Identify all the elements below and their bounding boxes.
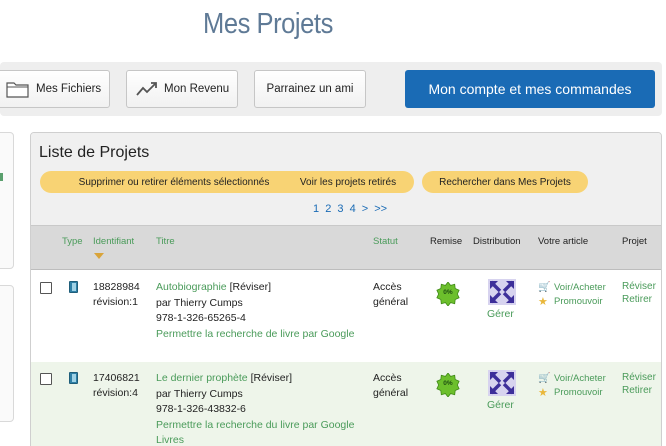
pagination: 1 2 3 4 > >> xyxy=(313,203,390,215)
row-revise-link[interactable]: [Réviser] xyxy=(230,281,271,293)
page-next-link[interactable]: > xyxy=(362,203,368,215)
row-checkbox[interactable] xyxy=(40,282,52,294)
row-status: Accès général xyxy=(373,281,409,308)
sort-down-icon xyxy=(94,253,104,259)
row-id: 18828984 xyxy=(93,281,140,293)
header-project: Projet xyxy=(622,236,647,247)
table-row: 18828984 révision:1 Autobiographie [Révi… xyxy=(31,271,661,363)
account-orders-label: Mon compte et mes commandes xyxy=(428,81,632,97)
table-row: 17406821 révision:4 Le dernier prophète … xyxy=(31,362,661,446)
sponsor-friend-button[interactable]: Parrainez un ami xyxy=(254,70,366,108)
row-project-revise-link[interactable]: Réviser xyxy=(622,371,656,384)
page-last-link[interactable]: >> xyxy=(374,203,387,215)
row-isbn: 978-1-326-65265-4 xyxy=(156,312,246,324)
row-project-retire-link[interactable]: Retirer xyxy=(622,384,652,397)
page-link-3[interactable]: 3 xyxy=(337,203,343,215)
account-orders-button[interactable]: Mon compte et mes commandes xyxy=(405,70,655,108)
page-link-4[interactable]: 4 xyxy=(350,203,356,215)
star-icon: ★ xyxy=(538,387,548,399)
row-promote-link[interactable]: Promouvoir xyxy=(554,387,603,398)
my-files-button[interactable]: Mes Fichiers xyxy=(0,70,110,108)
panel-title: Liste de Projets xyxy=(39,144,150,161)
left-sidebar-box xyxy=(0,285,14,422)
row-author: par Thierry Cumps xyxy=(156,387,243,400)
row-google-search-link[interactable]: Permettre la recherche de livre par Goog… xyxy=(156,327,356,343)
row-status: Accès général xyxy=(373,372,409,399)
header-type[interactable]: Type xyxy=(62,236,83,247)
search-projects-button[interactable]: Rechercher dans Mes Projets xyxy=(422,171,588,193)
projects-panel: Liste de Projets Supprimer ou retirer él… xyxy=(30,132,662,446)
row-id: 17406821 xyxy=(93,372,140,384)
header-id[interactable]: Identifiant xyxy=(93,236,134,247)
header-distribution: Distribution xyxy=(473,236,521,247)
page-link-2[interactable]: 2 xyxy=(325,203,331,215)
distribution-arrows-icon[interactable] xyxy=(487,279,517,305)
row-view-buy-link[interactable]: Voir/Acheter xyxy=(554,282,606,293)
book-icon xyxy=(69,372,78,384)
book-icon xyxy=(69,281,78,293)
row-title-link[interactable]: Autobiographie xyxy=(156,281,227,293)
header-discount: Remise xyxy=(430,236,463,247)
cart-icon: 🛒 xyxy=(538,373,551,384)
row-revision: révision:1 xyxy=(93,296,138,308)
row-title-cell: Autobiographie [Réviser] par Thierry Cum… xyxy=(156,280,356,342)
delete-selected-button[interactable]: Supprimer ou retirer éléments sélectionn… xyxy=(40,171,308,193)
page-link-1[interactable]: 1 xyxy=(313,203,319,215)
row-discount: 0% xyxy=(443,380,453,387)
row-project-retire-link[interactable]: Retirer xyxy=(622,293,652,306)
header-title[interactable]: Titre xyxy=(156,236,175,247)
header-status[interactable]: Statut xyxy=(373,236,398,247)
row-isbn: 978-1-326-43832-6 xyxy=(156,403,246,415)
view-retired-button[interactable]: Voir les projets retirés xyxy=(282,171,414,193)
row-title-cell: Le dernier prophète [Réviser] par Thierr… xyxy=(156,371,356,446)
table-header: Type Identifiant Titre Statut Remise Dis… xyxy=(31,225,661,270)
row-title-link[interactable]: Le dernier prophète xyxy=(156,372,248,384)
row-project-revise-link[interactable]: Réviser xyxy=(622,280,656,293)
distribution-arrows-icon[interactable] xyxy=(487,370,517,396)
row-view-buy-link[interactable]: Voir/Acheter xyxy=(554,373,606,384)
row-id-cell: 18828984 révision:1 xyxy=(93,280,140,310)
chart-trend-icon xyxy=(135,79,159,99)
my-files-label: Mes Fichiers xyxy=(36,83,102,95)
cart-icon: 🛒 xyxy=(538,282,551,293)
sponsor-friend-label: Parrainez un ami xyxy=(266,83,354,95)
left-sidebar-marker xyxy=(0,173,3,181)
row-revision: révision:4 xyxy=(93,387,138,399)
left-sidebar-box xyxy=(0,132,14,269)
header-article: Votre article xyxy=(538,236,589,247)
my-revenue-label: Mon Revenu xyxy=(164,83,230,95)
folder-icon xyxy=(5,79,31,99)
row-author: par Thierry Cumps xyxy=(156,296,243,309)
star-icon: ★ xyxy=(538,296,548,308)
row-manage-link[interactable]: Gérer xyxy=(487,399,514,411)
toolbar: Mes Fichiers Mon Revenu Parrainez un ami… xyxy=(0,62,662,116)
row-revise-link[interactable]: [Réviser] xyxy=(251,372,292,384)
row-discount: 0% xyxy=(443,289,453,296)
page-title: Mes Projets xyxy=(203,8,333,40)
row-checkbox[interactable] xyxy=(40,373,52,385)
row-google-search-link[interactable]: Permettre la recherche du livre par Goog… xyxy=(156,418,356,446)
row-promote-link[interactable]: Promouvoir xyxy=(554,296,603,307)
row-id-cell: 17406821 révision:4 xyxy=(93,371,140,401)
panel-header: Liste de Projets Supprimer ou retirer él… xyxy=(31,133,661,225)
my-revenue-button[interactable]: Mon Revenu xyxy=(126,70,238,108)
row-manage-link[interactable]: Gérer xyxy=(487,308,514,320)
